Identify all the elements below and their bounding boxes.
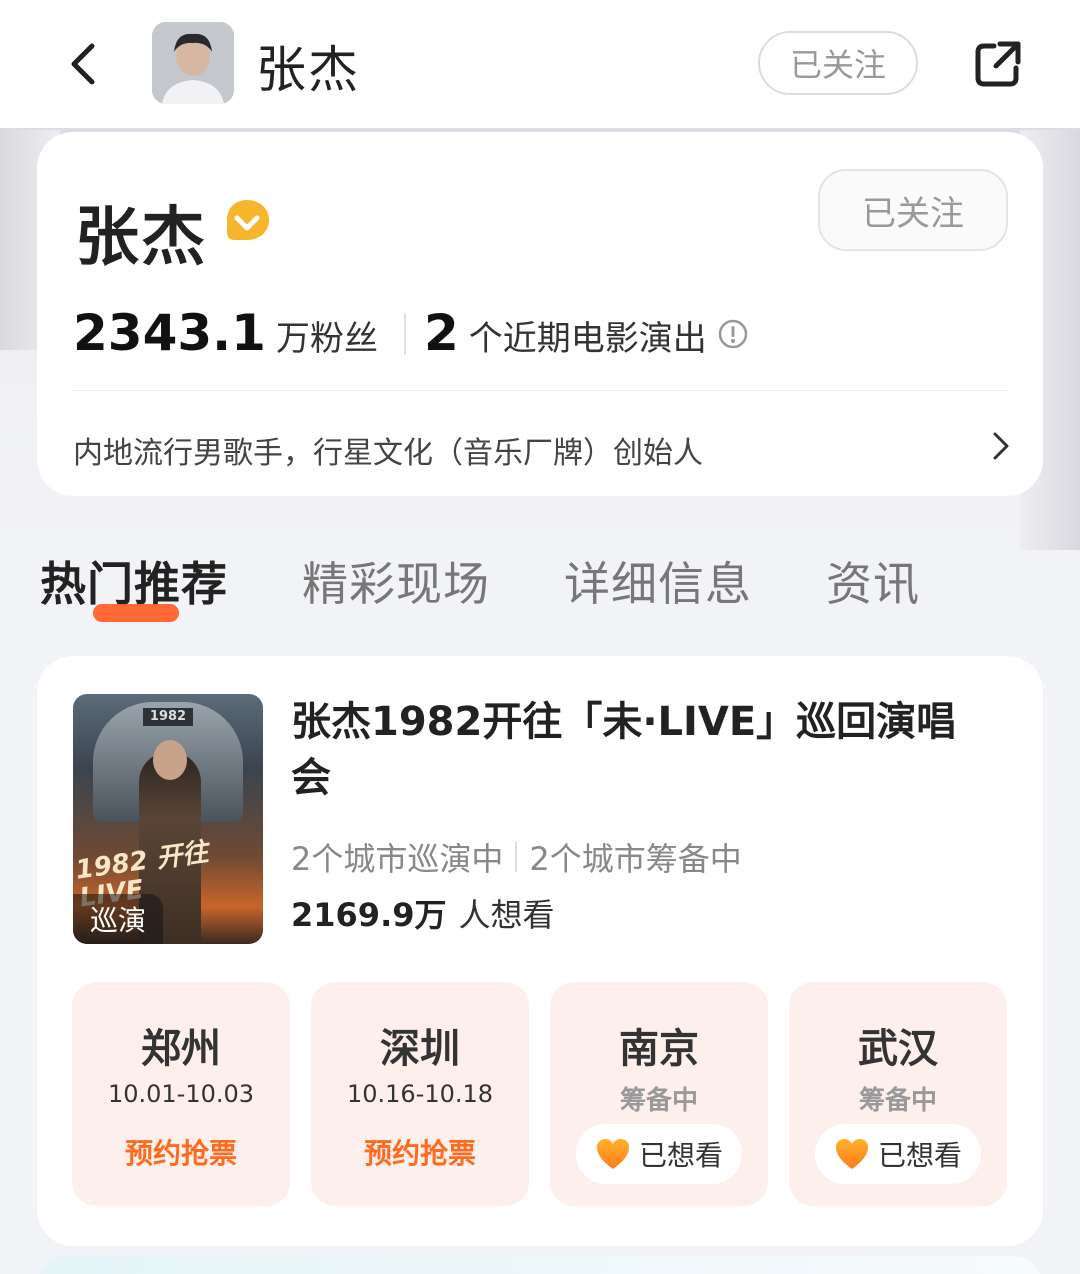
artist-stats: 2343.1 万粉丝 2 个近期电影演出 xyxy=(73,304,749,364)
next-card-peek xyxy=(37,1256,1043,1274)
fans-count: 2343.1 xyxy=(73,304,266,362)
shows-label: 个近期电影演出 xyxy=(468,319,707,359)
city-name: 武汉 xyxy=(858,1026,938,1072)
tab-details[interactable]: 详细信息 xyxy=(564,548,752,614)
active-tab-indicator xyxy=(93,604,179,622)
city-card-nanjing[interactable]: 南京 筹备中 已想看 xyxy=(550,982,768,1206)
city-name: 南京 xyxy=(619,1026,699,1072)
follow-button[interactable]: 已关注 xyxy=(818,169,1008,251)
heart-icon xyxy=(835,1139,868,1169)
chevron-right-icon[interactable] xyxy=(989,430,1013,462)
wanted-button[interactable]: 已想看 xyxy=(576,1124,742,1184)
reserve-ticket-link[interactable]: 预约抢票 xyxy=(72,1132,290,1172)
city-card-zhengzhou[interactable]: 郑州 10.01-10.03 预约抢票 xyxy=(72,982,290,1206)
event-title[interactable]: 张杰1982开往「未·LIVE」巡回演唱会 xyxy=(291,694,991,806)
verified-badge-icon xyxy=(221,196,273,248)
city-card-shenzhen[interactable]: 深圳 10.16-10.18 预约抢票 xyxy=(311,982,529,1206)
top-nav-bar: 张杰 已关注 xyxy=(0,0,1080,128)
poster-face xyxy=(153,740,187,780)
chevron-left-icon xyxy=(71,43,95,85)
city-date: 10.01-10.03 xyxy=(107,1080,255,1108)
tab-news[interactable]: 资讯 xyxy=(826,548,920,614)
tab-live-highlights[interactable]: 精彩现场 xyxy=(302,548,490,614)
artist-name: 张杰 xyxy=(75,201,207,275)
preparing-cities: 2个城市筹备中 xyxy=(529,840,742,878)
touring-cities: 2个城市巡演中 xyxy=(291,840,504,878)
poster-plate-text: 1982 xyxy=(143,708,193,726)
card-divider xyxy=(73,390,1007,391)
event-want-count: 2169.9万 人想看 xyxy=(291,890,555,936)
tour-tag: 巡演 xyxy=(73,894,163,944)
want-count: 2169.9万 xyxy=(291,896,447,934)
city-name: 郑州 xyxy=(141,1026,221,1072)
back-button[interactable] xyxy=(62,40,106,88)
share-button[interactable] xyxy=(970,36,1026,92)
stats-divider xyxy=(403,313,406,355)
tour-event-card[interactable]: 1982 1982 开往 LIVE 巡演 张杰1982开往「未·LIVE」巡回演… xyxy=(37,656,1043,1246)
city-date: 10.16-10.18 xyxy=(346,1080,494,1108)
share-icon xyxy=(975,41,1021,87)
wanted-button[interactable]: 已想看 xyxy=(815,1124,981,1184)
city-list: 郑州 10.01-10.03 预约抢票 深圳 10.16-10.18 预约抢票 … xyxy=(72,982,1008,1208)
heart-icon xyxy=(596,1139,629,1169)
event-city-status: 2个城市巡演中 2个城市筹备中 xyxy=(291,834,742,880)
info-icon[interactable] xyxy=(717,318,749,350)
fans-label: 万粉丝 xyxy=(275,319,378,359)
artist-avatar[interactable] xyxy=(152,22,234,104)
shows-count: 2 xyxy=(423,304,459,362)
city-card-wuhan[interactable]: 武汉 筹备中 已想看 xyxy=(789,982,1007,1206)
status-divider xyxy=(515,842,518,872)
city-status: 筹备中 xyxy=(619,1086,698,1116)
wanted-label: 已想看 xyxy=(877,1139,962,1172)
avatar-portrait xyxy=(152,22,234,104)
page-title: 张杰 xyxy=(256,41,360,99)
header-follow-button[interactable]: 已关注 xyxy=(758,31,918,95)
city-status: 筹备中 xyxy=(858,1086,937,1116)
event-poster[interactable]: 1982 1982 开往 LIVE 巡演 xyxy=(73,694,263,944)
artist-profile-card: 张杰 已关注 2343.1 万粉丝 2 个近期电影演出 内地流行男歌手，行星文化… xyxy=(37,132,1043,496)
reserve-ticket-link[interactable]: 预约抢票 xyxy=(311,1132,529,1172)
artist-bio[interactable]: 内地流行男歌手，行星文化（音乐厂牌）创始人 xyxy=(73,428,703,472)
wanted-label: 已想看 xyxy=(638,1139,723,1172)
city-name: 深圳 xyxy=(380,1026,460,1072)
want-label: 人想看 xyxy=(458,896,555,934)
